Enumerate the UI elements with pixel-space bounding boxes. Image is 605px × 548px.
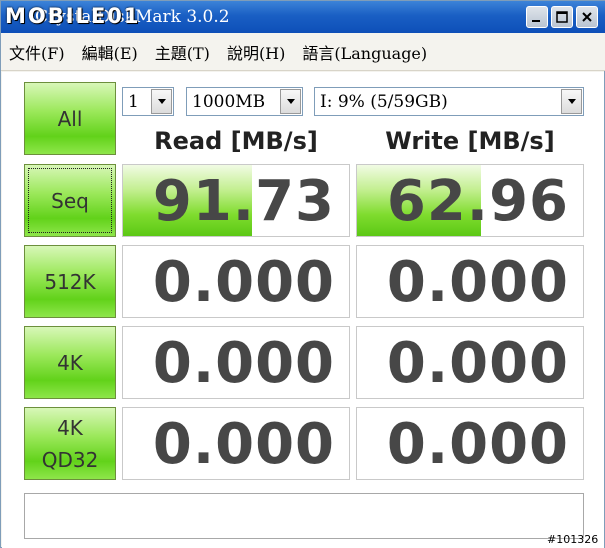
4k-qd32-button-label-line2: QD32 (41, 447, 99, 472)
4k-write-value: 0.000 (386, 331, 569, 396)
4k-write-cell: 0.000 (356, 326, 584, 399)
4k-qd32-write-cell: 0.000 (356, 407, 584, 480)
title-bar[interactable]: CrystalDiskMark 3.0.2 MOBILE01 (1, 1, 605, 33)
write-header: Write [MB/s] (385, 127, 555, 155)
4k-qd32-read-value: 0.000 (152, 412, 335, 477)
minimize-icon (532, 20, 540, 22)
4k-qd32-button[interactable]: 4K QD32 (24, 407, 116, 480)
test-count-value: 1 (128, 91, 139, 112)
chevron-down-icon (561, 89, 582, 114)
read-header: Read [MB/s] (154, 127, 318, 155)
app-window: CrystalDiskMark 3.0.2 MOBILE01 文件(F) 編輯(… (0, 0, 605, 548)
drive-select[interactable]: I: 9% (5/59GB) (314, 87, 584, 116)
maximize-button[interactable] (551, 6, 573, 28)
menu-bar: 文件(F) 編輯(E) 主題(T) 說明(H) 語言(Language) (1, 33, 605, 71)
seq-write-cell: 62.96 (356, 164, 584, 237)
image-stamp: #101326 (547, 533, 599, 546)
chevron-down-icon (280, 89, 301, 114)
test-size-value: 1000MB (192, 91, 266, 112)
chevron-down-icon (151, 89, 172, 114)
4k-qd32-write-value: 0.000 (386, 412, 569, 477)
4k-qd32-read-cell: 0.000 (122, 407, 350, 480)
close-icon (582, 12, 592, 22)
512k-read-value: 0.000 (152, 250, 335, 315)
test-count-select[interactable]: 1 (122, 87, 174, 116)
512k-button[interactable]: 512K (24, 245, 116, 318)
4k-button-label: 4K (57, 350, 83, 375)
menu-theme[interactable]: 主題(T) (155, 40, 210, 64)
4k-read-value: 0.000 (152, 331, 335, 396)
maximize-icon (556, 11, 568, 23)
test-size-select[interactable]: 1000MB (186, 87, 303, 116)
seq-button-label: Seq (51, 188, 89, 213)
seq-read-cell: 91.73 (122, 164, 350, 237)
512k-button-label: 512K (44, 269, 96, 294)
4k-qd32-button-label-line1: 4K (57, 415, 83, 440)
watermark-logo: MOBILE01 (5, 4, 141, 28)
close-button[interactable] (576, 6, 598, 28)
4k-read-cell: 0.000 (122, 326, 350, 399)
seq-button[interactable]: Seq (24, 164, 116, 237)
drive-value: I: 9% (5/59GB) (320, 91, 448, 112)
512k-write-cell: 0.000 (356, 245, 584, 318)
4k-button[interactable]: 4K (24, 326, 116, 399)
menu-language[interactable]: 語言(Language) (302, 40, 427, 64)
minimize-button[interactable] (526, 6, 548, 28)
menu-file[interactable]: 文件(F) (9, 40, 65, 64)
512k-read-cell: 0.000 (122, 245, 350, 318)
menu-edit[interactable]: 編輯(E) (82, 40, 138, 64)
menu-help[interactable]: 說明(H) (227, 40, 285, 64)
comment-box[interactable] (24, 493, 584, 539)
all-button-label: All (57, 106, 83, 131)
512k-write-value: 0.000 (386, 250, 569, 315)
all-button[interactable]: All (24, 82, 116, 155)
seq-write-value: 62.96 (386, 169, 569, 234)
seq-read-value: 91.73 (152, 169, 335, 234)
